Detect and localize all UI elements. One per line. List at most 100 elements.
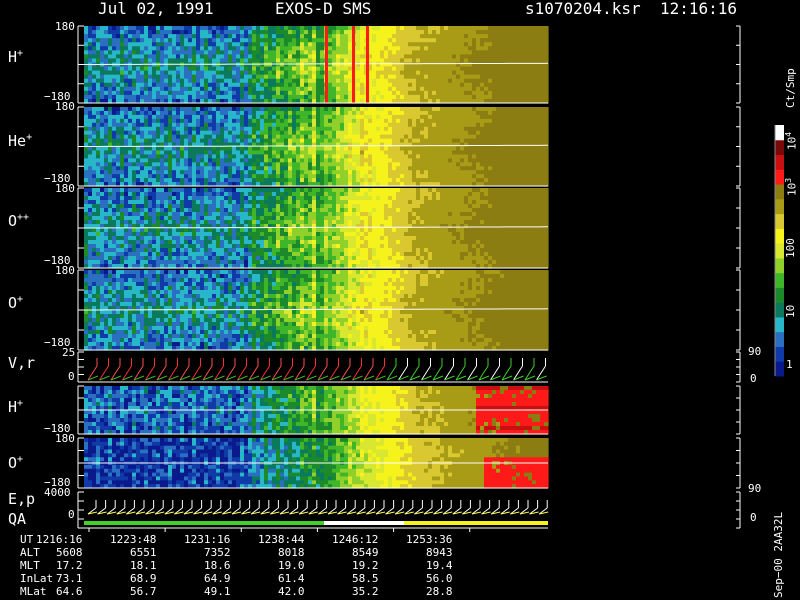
heatmap-cell [272,170,277,175]
heatmap-cell [284,30,289,35]
heatmap-cell [392,86,397,92]
heatmap-cell [356,54,361,60]
heatmap-cell [224,78,229,84]
heatmap-cell [300,66,305,72]
heatmap-cell [364,110,369,116]
heatmap-cell [124,114,129,120]
heatmap-cell [408,170,413,175]
heatmap-cell [460,34,465,39]
heatmap-cell [496,107,501,112]
heatmap-cell [112,162,117,167]
heatmap-cell [444,90,449,96]
heatmap-cell [448,114,453,120]
heatmap-cell [500,142,505,148]
heatmap-cell [504,150,509,155]
heatmap-cell [376,142,381,148]
heatmap-cell [420,134,425,140]
heatmap-cell [368,162,373,167]
heatmap-cell [140,38,145,43]
heatmap-cell [528,50,533,55]
heatmap-cell [472,178,477,183]
heatmap-cell [528,122,533,128]
heatmap-cell [92,114,97,120]
heatmap-cell [432,110,437,116]
heatmap-cell [92,232,97,237]
heatmap-cell [260,166,265,171]
heatmap-cell [544,50,549,55]
heatmap-cell [520,154,525,159]
heatmap-cell [232,82,237,88]
heatmap-cell [132,122,137,128]
heatmap-cell [504,110,509,116]
heatmap-cell [344,154,349,159]
heatmap-cell [208,42,213,47]
heatmap-cell [288,86,293,92]
heatmap-cell [524,46,529,51]
heatmap-cell [256,146,261,152]
heatmap-cell [352,174,357,179]
heatmap-cell [104,54,109,60]
heatmap-cell [472,162,477,167]
heatmap-cell [312,46,317,51]
heatmap-cell [196,82,201,88]
heatmap-cell [292,162,297,167]
heatmap-cell [216,146,221,152]
heatmap-cell [148,166,153,171]
heatmap-cell [104,42,109,47]
heatmap-cell [128,78,133,84]
heatmap-cell [388,166,393,171]
heatmap-cell [172,158,177,163]
heatmap-cell [480,142,485,148]
heatmap-cell [404,134,409,140]
heatmap-cell [284,42,289,47]
heatmap-cell [328,158,333,163]
heatmap-cell [284,178,289,183]
heatmap-cell [336,138,341,144]
heatmap-cell [200,54,205,60]
heatmap-cell [496,38,501,43]
heatmap-cell [348,34,353,39]
heatmap-cell [512,82,517,88]
heatmap-cell [140,162,145,167]
heatmap-cell [328,54,333,60]
heatmap-cell [164,34,169,39]
heatmap-cell [248,150,253,155]
heatmap-cell [312,50,317,55]
heatmap-cell [152,122,157,128]
heatmap-cell [420,178,425,183]
heatmap-cell [220,34,225,39]
heatmap-cell [100,162,105,167]
heatmap-cell [264,134,269,140]
heatmap-cell [500,146,505,152]
heatmap-cell [424,134,429,140]
heatmap-cell [180,107,185,112]
heatmap-cell [312,178,317,183]
heatmap-cell [424,70,429,76]
heatmap-cell [400,118,405,124]
heatmap-cell [248,54,253,60]
heatmap-cell [244,122,249,128]
heatmap-cell [216,178,221,183]
heatmap-cell [360,134,365,140]
heatmap-cell [380,58,385,64]
heatmap-cell [144,107,149,112]
heatmap-cell [208,82,213,88]
heatmap-cell [84,118,89,124]
heatmap-cell [348,122,353,128]
heatmap-cell [144,58,149,64]
heatmap-cell [332,138,337,144]
heatmap-cell [292,138,297,144]
heatmap-cell [272,50,277,55]
heatmap-cell [384,178,389,183]
heatmap-cell [244,146,249,152]
heatmap-cell [156,38,161,43]
heatmap-cell [132,54,137,60]
heatmap-cell [504,138,509,144]
heatmap-cell [256,134,261,140]
heatmap-cell [108,110,113,116]
heatmap-cell [96,162,101,167]
heatmap-cell [240,138,245,144]
heatmap-cell [144,66,149,72]
heatmap-cell [440,42,445,47]
heatmap-cell [132,58,137,64]
